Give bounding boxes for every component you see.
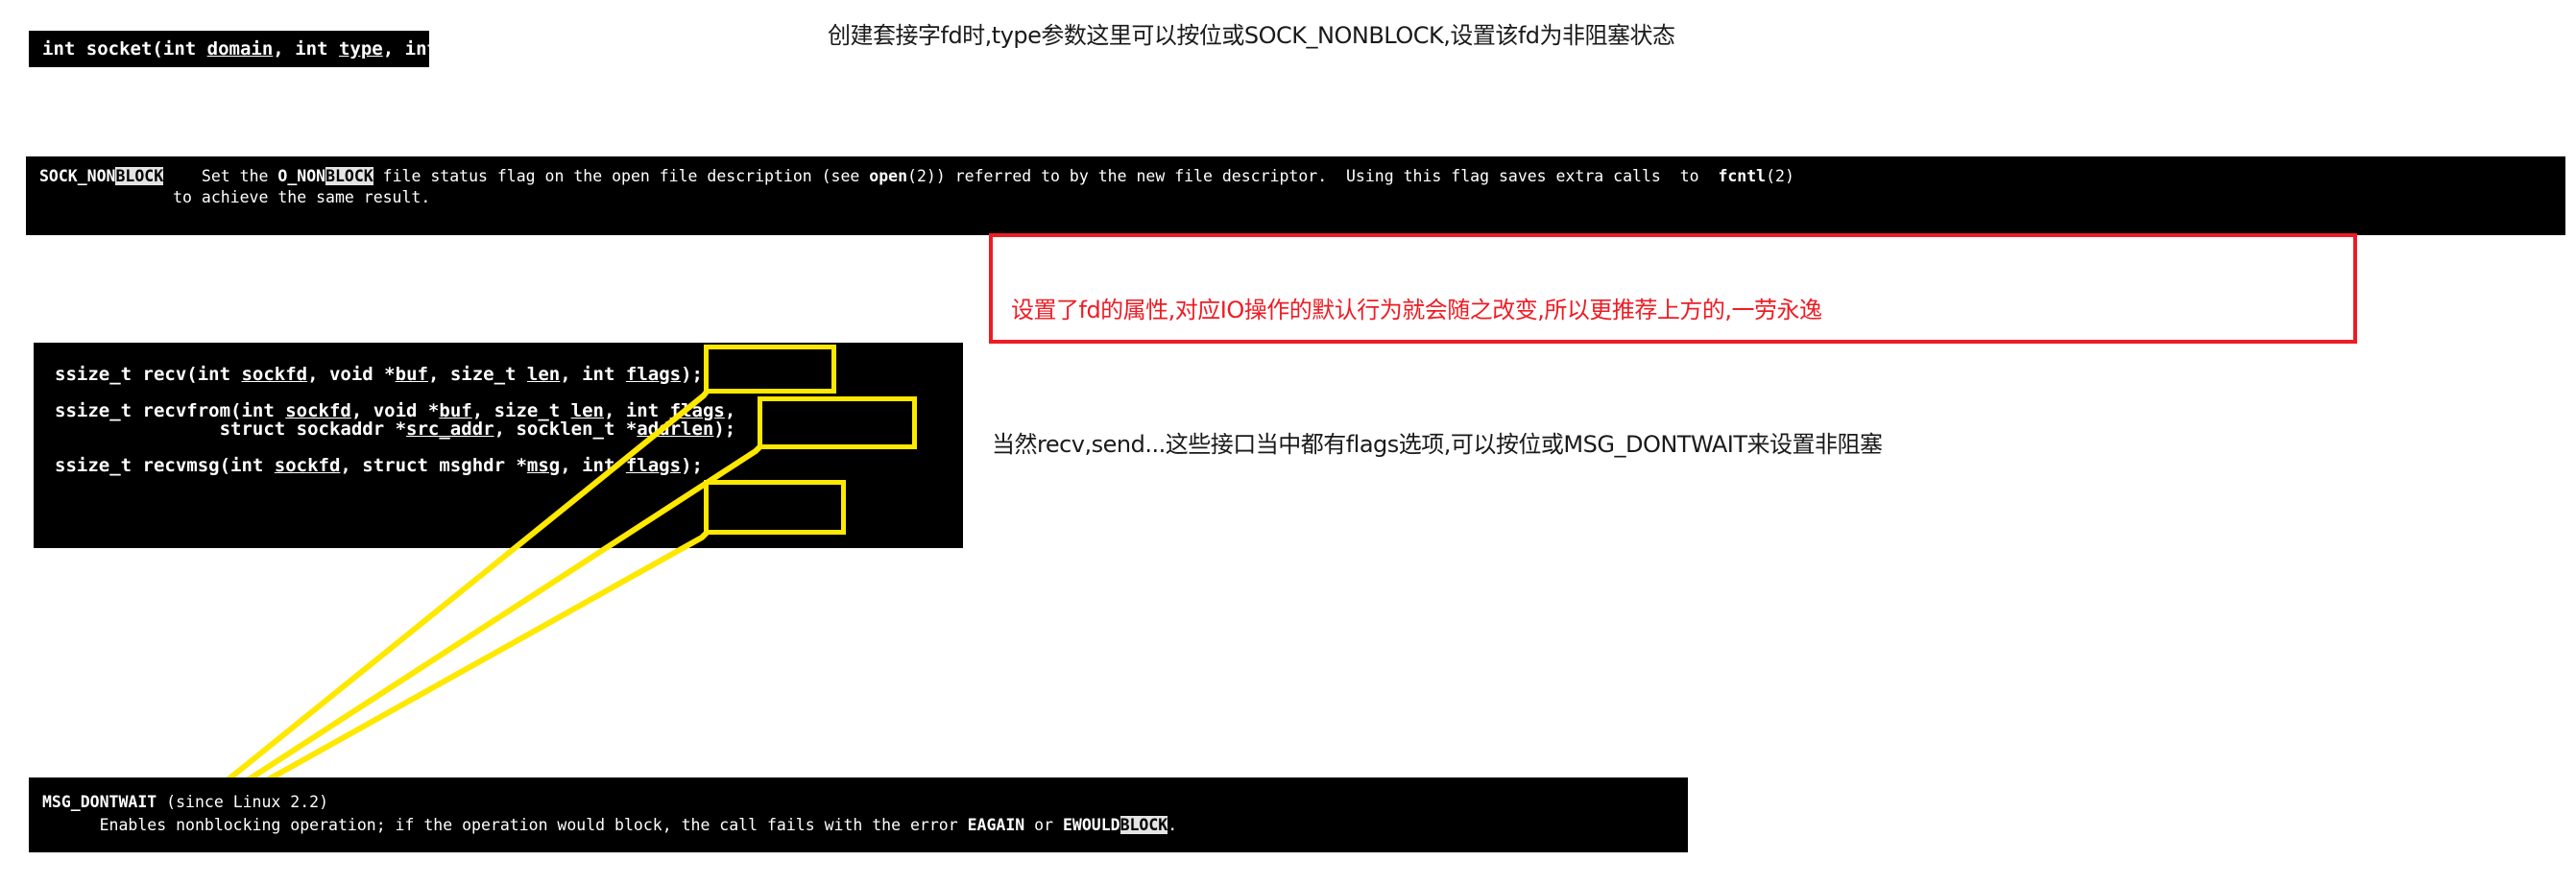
recvmsg-line-mid2: , int [560,455,626,476]
sock-nonblock-desc-b: file status flag on the open file descri… [373,167,870,185]
msg-dontwait-desc-c: . [1168,816,1178,834]
socket-sep2: , [382,38,405,60]
recvfrom-arg-addrlen: addrlen [637,419,714,440]
msg-dontwait-since: (since Linux 2.2) [156,793,329,811]
socket-param2-name: type [338,38,383,60]
red-callout-box [989,233,2357,344]
flags-highlight-box-recvfrom [758,396,917,449]
recv-arg-sockfd: sockfd [241,364,308,385]
msg-dontwait-desc-a: Enables nonblocking operation; if the op… [99,816,968,834]
recvfrom-cont-pre: struct sockaddr * [55,419,407,440]
ewouldblock-errno: EWOULD [1062,816,1120,834]
recvmsg-line-mid1: , struct msghdr * [340,455,527,476]
msg-dontwait-manpage-block: MSG_DONTWAIT (since Linux 2.2) Enables n… [29,777,1688,852]
socket-prototype-block: int socket(int domain, int type, int pro… [29,31,559,67]
socket-return-type: int [42,38,76,60]
socket-open-paren: ( [152,38,163,60]
ewouldblock-errno-highlight: BLOCK [1119,816,1168,834]
sock-nonblock-desc-a: Set the [201,167,278,185]
socket-param2-type: int [295,38,328,60]
recv-line-mid2: , size_t [427,364,527,385]
recv-arg-flags: flags [625,364,682,385]
socket-param1-type: int [162,38,197,60]
socket-sep1: , [273,38,296,60]
recvmsg-line-pre: ssize_t recvmsg(int [55,455,275,476]
red-callout-text: 设置了fd的属性,对应IO操作的默认行为就会随之改变,所以更推荐上方的,一劳永逸 [1011,297,1822,323]
sock-nonblock-desc-line2: to achieve the same result. [173,188,431,206]
socket-function-name: socket [85,38,153,60]
fcntl-manref: fcntl [1718,167,1767,185]
recv-annotation-text: 当然recv,send...这些接口当中都有flags选项,可以按位或MSG_D… [992,431,1883,458]
recvfrom-arg-src-addr: src_addr [406,419,494,440]
recvmsg-arg-msg: msg [526,455,561,476]
recvmsg-line-post: ); [681,455,703,476]
recv-line-pre: ssize_t recv(int [55,364,242,385]
eagain-errno: EAGAIN [967,816,1025,834]
recvfrom-cont-post: ); [713,419,736,440]
sock-nonblock-desc-d: (2) [1766,167,1794,185]
recvmsg-arg-sockfd: sockfd [274,455,341,476]
socket-param1-name: domain [206,38,274,60]
recv-line-post: ); [681,364,703,385]
msg-dontwait-desc-b: or [1024,816,1063,834]
socket-close-paren: ); [536,38,559,60]
sock-nonblock-term-highlight: BLOCK [115,167,164,185]
sock-nonblock-term: SOCK_NON [39,167,116,185]
sock-nonblock-desc-c: (2)) referred to by the new file descrip… [907,167,1719,185]
recv-line-mid1: , void * [307,364,396,385]
open-manref: open [869,167,908,185]
o-nonblock-flag: O_NON [277,167,326,185]
connector-line-recvmsg [207,530,710,816]
socket-param3-type: int [404,38,438,60]
o-nonblock-flag-highlight: BLOCK [325,167,373,185]
recvmsg-arg-flags: flags [625,455,682,476]
flags-highlight-box-recv [704,345,836,394]
recvfrom-cont-mid1: , socklen_t * [494,419,638,440]
msg-dontwait-term: MSG_DONTWAIT [42,793,157,811]
recv-arg-buf: buf [395,364,428,385]
flags-highlight-box-recvmsg [704,480,846,535]
socket-param3-name: protocol [448,38,537,60]
socket-annotation-text: 创建套接字fd时,type参数这里可以按位或SOCK_NONBLOCK,设置该f… [828,22,1675,49]
recv-line-mid3: , int [560,364,626,385]
sock-nonblock-manpage-block: SOCK_NONBLOCK Set the O_NONBLOCK file st… [26,156,2565,235]
recv-arg-len: len [526,364,561,385]
